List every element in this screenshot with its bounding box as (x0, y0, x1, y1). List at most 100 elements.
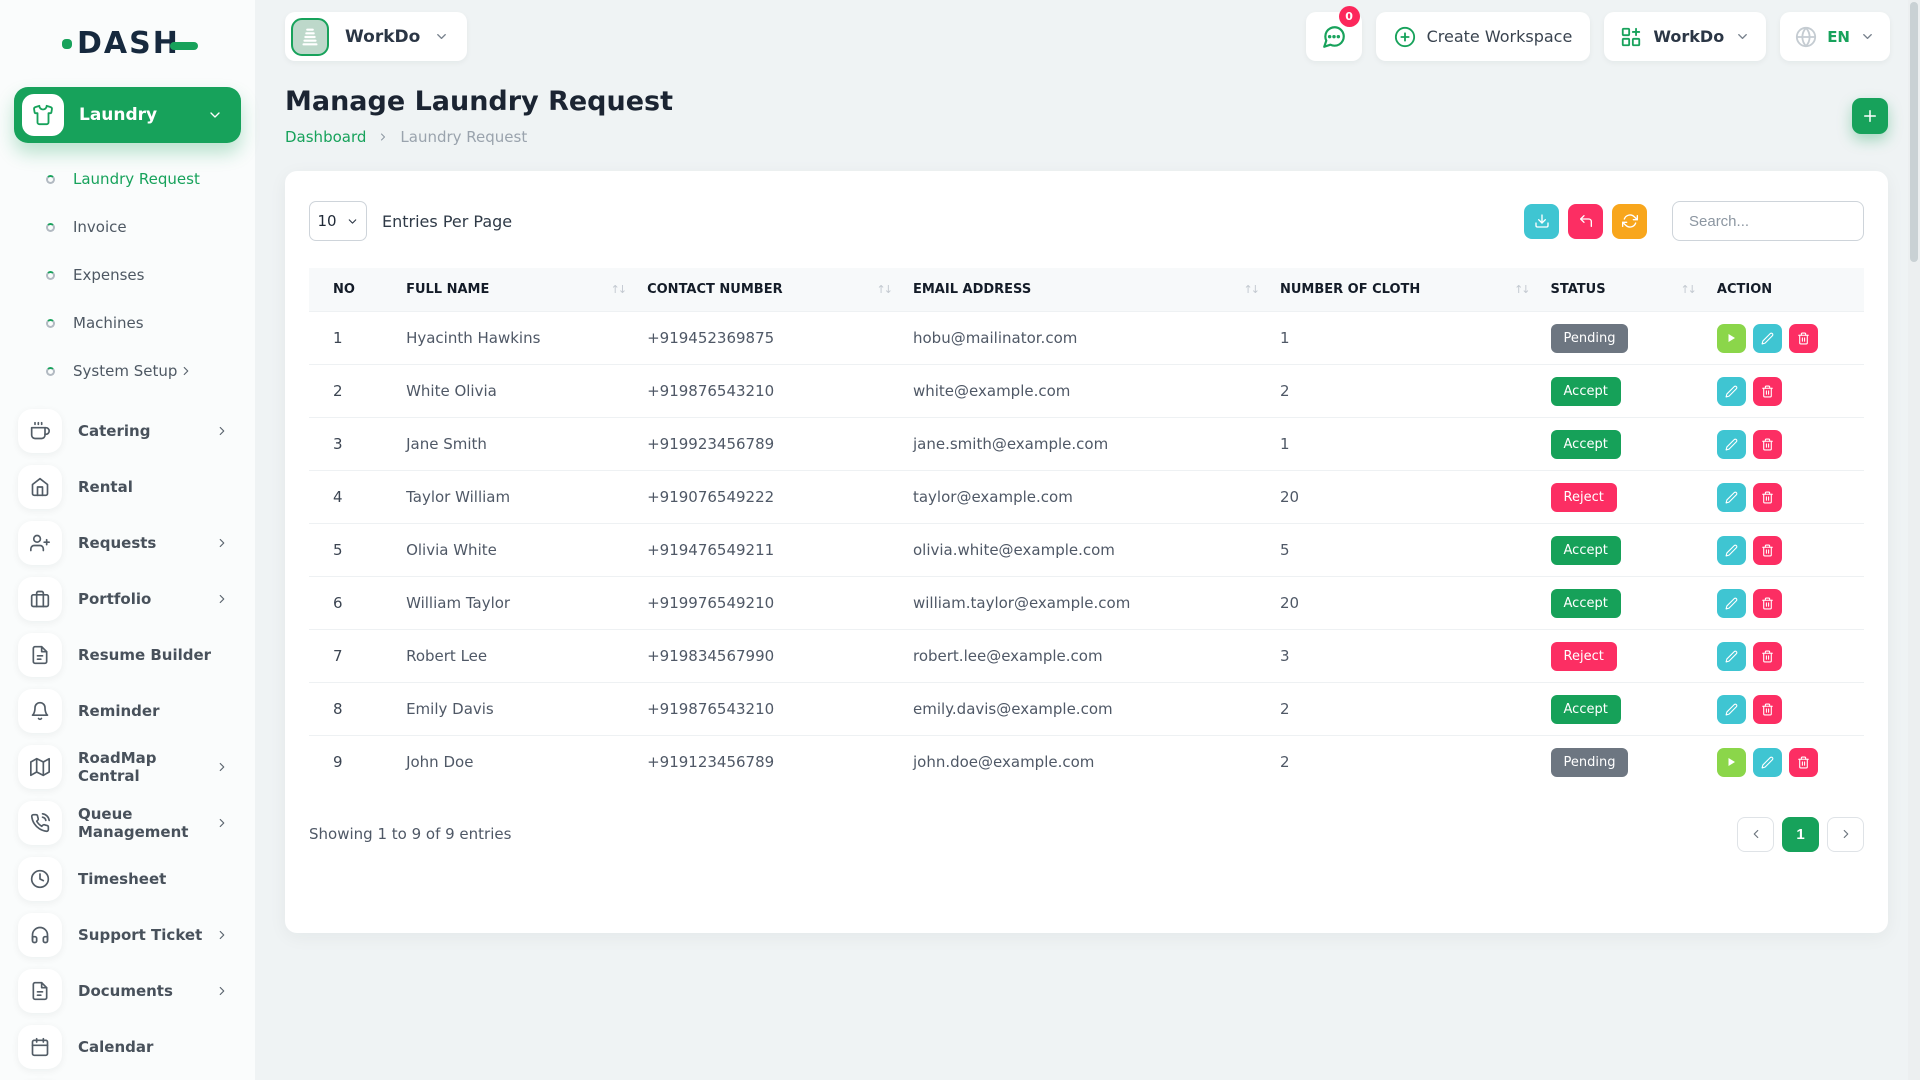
sidebar-item-laundry-request[interactable]: Laundry Request (0, 155, 255, 203)
edit-button[interactable] (1717, 536, 1746, 565)
refresh-icon (1622, 213, 1638, 229)
edit-button[interactable] (1753, 748, 1782, 777)
sidebar-item-invoice[interactable]: Invoice (0, 203, 255, 251)
cell-no: 2 (309, 365, 396, 418)
export-button[interactable] (1524, 204, 1559, 239)
delete-button[interactable] (1753, 642, 1782, 671)
column-header-action: ACTION (1707, 268, 1864, 312)
edit-button[interactable] (1717, 642, 1746, 671)
delete-button[interactable] (1789, 748, 1818, 777)
edit-button[interactable] (1717, 483, 1746, 512)
sidebar-item-label: Calendar (78, 1038, 255, 1056)
cell-full-name: Taylor William (396, 471, 637, 524)
sidebar-item-roadmap-central[interactable]: RoadMap Central (0, 739, 255, 795)
cell-email-address: william.taylor@example.com (903, 577, 1270, 630)
delete-button[interactable] (1753, 483, 1782, 512)
cell-no: 4 (309, 471, 396, 524)
column-header-contact-number[interactable]: CONTACT NUMBER↑↓ (637, 268, 903, 312)
row-actions (1717, 642, 1854, 671)
table-row: 6William Taylor+919976549210william.tayl… (309, 577, 1864, 630)
sidebar-item-machines[interactable]: Machines (0, 299, 255, 347)
page-number-button[interactable]: 1 (1782, 817, 1819, 852)
column-header-status[interactable]: STATUS↑↓ (1541, 268, 1707, 312)
sort-icon[interactable]: ↑↓ (611, 283, 627, 296)
sidebar-item-label: Catering (78, 422, 215, 440)
page-header: Manage Laundry Request Dashboard Laundry… (255, 61, 1920, 146)
sidebar-item-laundry[interactable]: Laundry (14, 87, 241, 143)
workspace-selector[interactable]: WorkDo (285, 12, 467, 61)
document-icon (18, 969, 62, 1013)
status-badge: Accept (1551, 589, 1621, 618)
sidebar-item-support-ticket[interactable]: Support Ticket (0, 907, 255, 963)
breadcrumb-dashboard-link[interactable]: Dashboard (285, 128, 366, 146)
edit-button[interactable] (1717, 589, 1746, 618)
language-selector[interactable]: EN (1780, 12, 1890, 61)
delete-button[interactable] (1789, 324, 1818, 353)
workdo-menu-label: WorkDo (1653, 27, 1724, 46)
edit-button[interactable] (1717, 430, 1746, 459)
sidebar-item-system-setup[interactable]: System Setup (0, 347, 255, 395)
edit-button[interactable] (1717, 695, 1746, 724)
search-input[interactable] (1672, 201, 1864, 241)
create-workspace-button[interactable]: Create Workspace (1376, 12, 1591, 61)
sidebar-item-requests[interactable]: Requests (0, 515, 255, 571)
sort-icon[interactable]: ↑↓ (877, 283, 893, 296)
sort-icon[interactable]: ↑↓ (1514, 283, 1530, 296)
add-request-button[interactable] (1852, 98, 1888, 134)
bell-icon (18, 689, 62, 733)
sidebar-item-resume-builder[interactable]: Resume Builder (0, 627, 255, 683)
entries-per-page-select[interactable]: 10 (309, 201, 367, 241)
run-button[interactable] (1717, 748, 1746, 777)
chevron-right-icon (215, 816, 229, 830)
sidebar-item-rental[interactable]: Rental (0, 459, 255, 515)
table-row: 5Olivia White+919476549211olivia.white@e… (309, 524, 1864, 577)
run-button[interactable] (1717, 324, 1746, 353)
prev-page-button[interactable] (1737, 817, 1774, 852)
cell-full-name: Jane Smith (396, 418, 637, 471)
edit-button[interactable] (1753, 324, 1782, 353)
row-actions (1717, 589, 1854, 618)
cell-number-of-cloth: 3 (1270, 630, 1541, 683)
app-logo[interactable]: DASH (0, 0, 255, 61)
language-code: EN (1827, 28, 1850, 46)
page-scrollbar[interactable] (1908, 0, 1920, 1080)
chevron-right-icon (215, 760, 229, 774)
refresh-button[interactable] (1612, 204, 1647, 239)
delete-button[interactable] (1753, 695, 1782, 724)
delete-button[interactable] (1753, 430, 1782, 459)
status-badge: Pending (1551, 324, 1629, 353)
sidebar-item-reminder[interactable]: Reminder (0, 683, 255, 739)
cell-no: 9 (309, 736, 396, 789)
edit-button[interactable] (1717, 377, 1746, 406)
sidebar-item-label: RoadMap Central (78, 749, 215, 785)
column-header-email-address[interactable]: EMAIL ADDRESS↑↓ (903, 268, 1270, 312)
cell-email-address: john.doe@example.com (903, 736, 1270, 789)
table-row: 8Emily Davis+919876543210emily.davis@exa… (309, 683, 1864, 736)
cell-contact-number: +919076549222 (637, 471, 903, 524)
sort-icon[interactable]: ↑↓ (1680, 283, 1696, 296)
chat-button[interactable]: 0 (1306, 12, 1362, 61)
chevron-right-icon (179, 364, 193, 378)
column-header-number-of-cloth[interactable]: NUMBER OF CLOTH↑↓ (1270, 268, 1541, 312)
status-badge: Pending (1551, 748, 1629, 777)
back-button[interactable] (1568, 204, 1603, 239)
sort-icon[interactable]: ↑↓ (1244, 283, 1260, 296)
scrollbar-thumb[interactable] (1910, 2, 1918, 262)
breadcrumb-current: Laundry Request (400, 128, 527, 146)
column-header-full-name[interactable]: FULL NAME↑↓ (396, 268, 637, 312)
sidebar-item-outlook-calendar[interactable]: Outlook Calendar (0, 1075, 255, 1080)
delete-button[interactable] (1753, 589, 1782, 618)
next-page-button[interactable] (1827, 817, 1864, 852)
sidebar-item-calendar[interactable]: Calendar (0, 1019, 255, 1075)
sidebar-item-expenses[interactable]: Expenses (0, 251, 255, 299)
sidebar-item-portfolio[interactable]: Portfolio (0, 571, 255, 627)
delete-button[interactable] (1753, 536, 1782, 565)
sidebar-item-queue-management[interactable]: Queue Management (0, 795, 255, 851)
cell-email-address: olivia.white@example.com (903, 524, 1270, 577)
sidebar-item-catering[interactable]: Catering (0, 403, 255, 459)
cell-full-name: William Taylor (396, 577, 637, 630)
workdo-menu-button[interactable]: WorkDo (1604, 12, 1766, 61)
delete-button[interactable] (1753, 377, 1782, 406)
sidebar-item-documents[interactable]: Documents (0, 963, 255, 1019)
sidebar-item-timesheet[interactable]: Timesheet (0, 851, 255, 907)
